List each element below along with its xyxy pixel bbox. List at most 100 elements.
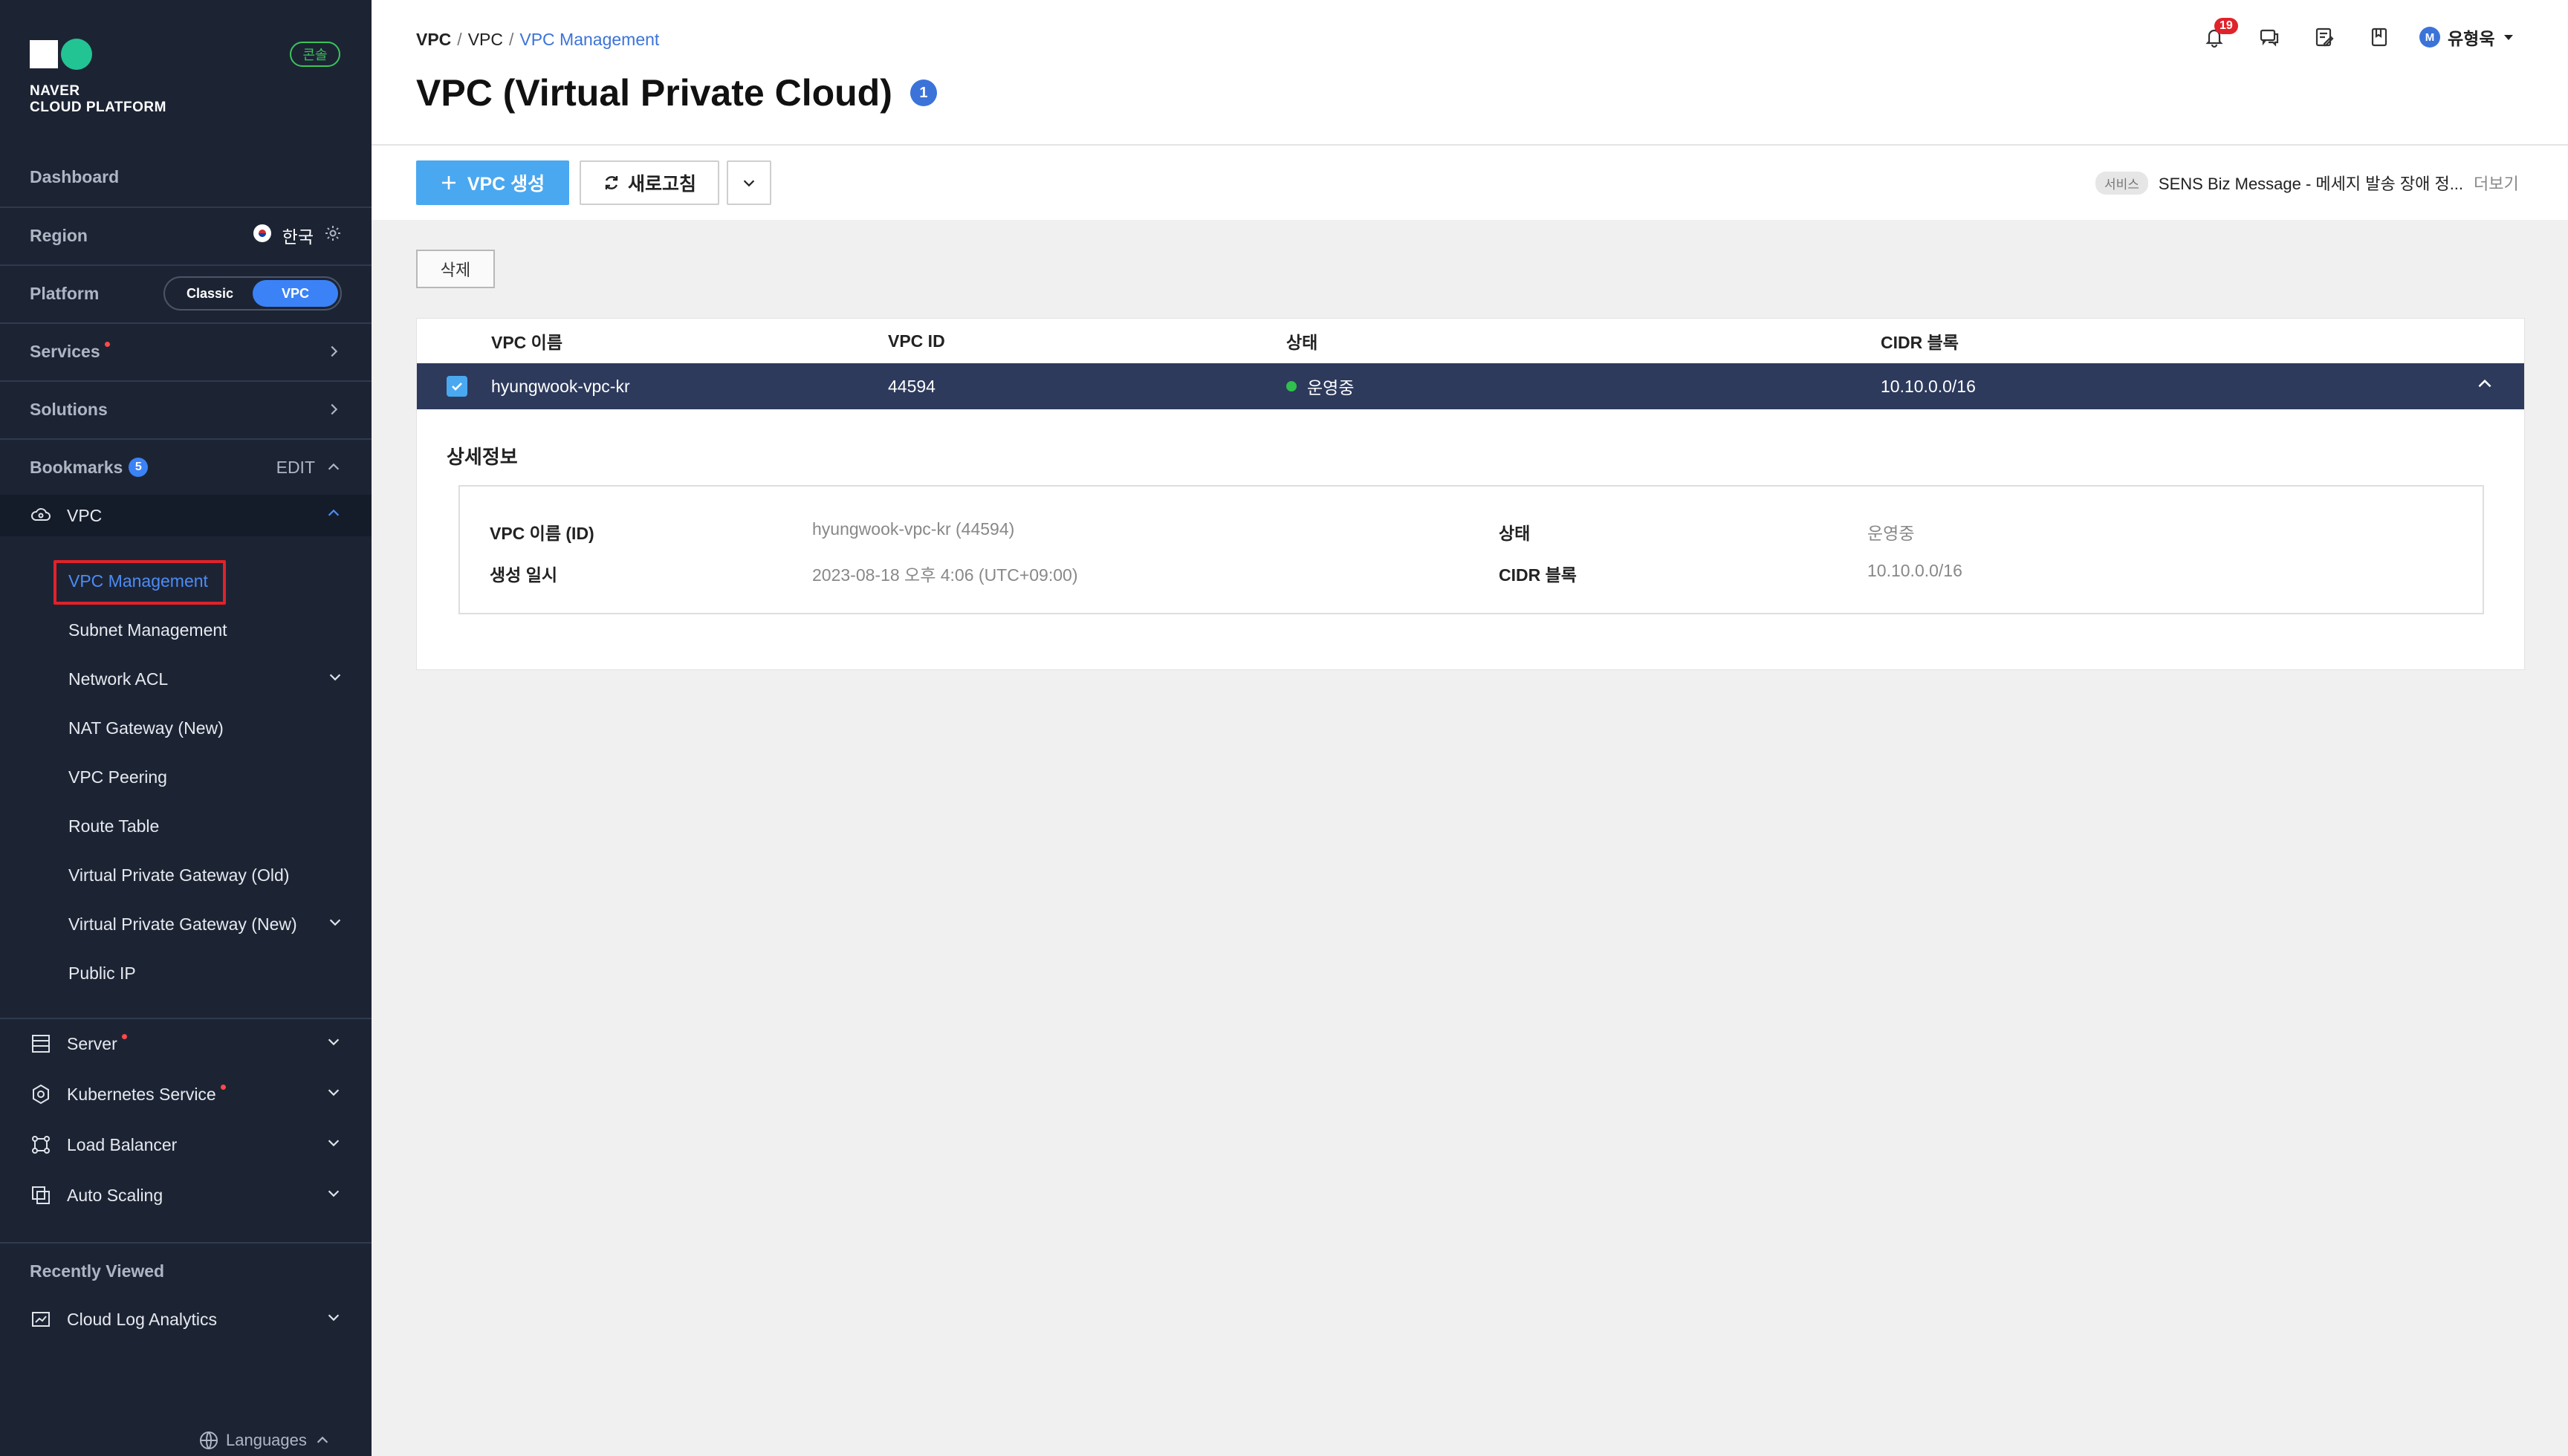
languages-toggle[interactable]: Languages — [199, 1431, 331, 1450]
detail-section-title: 상세정보 — [447, 446, 518, 468]
chevron-down-icon — [328, 1089, 340, 1096]
chevron-down-icon — [329, 674, 341, 681]
sidebar-item-label: Route Table — [68, 816, 160, 836]
status-text: 운영중 — [1307, 378, 1355, 397]
sidebar-item-vpc-peering[interactable]: VPC Peering — [68, 762, 343, 792]
column-header-status[interactable]: 상태 — [1286, 328, 1317, 354]
services-label: Services — [30, 341, 100, 361]
create-vpc-label: VPC 생성 — [467, 174, 545, 195]
more-actions-dropdown[interactable] — [727, 160, 771, 205]
book-icon — [2371, 27, 2387, 47]
notifications-button[interactable]: 19 — [2199, 18, 2238, 52]
sidebar-group-auto-scaling[interactable]: Auto Scaling — [0, 1171, 372, 1220]
sidebar: NAVER CLOUD PLATFORM 콘솔 Dashboard Region… — [0, 0, 372, 1456]
vpc-table-panel: VPC 이름 VPC ID 상태 CIDR 블록 hyungwook-vpc-k… — [416, 318, 2525, 670]
chevron-down-icon — [329, 919, 341, 926]
gear-icon[interactable] — [324, 224, 342, 247]
kubernetes-icon — [30, 1083, 52, 1105]
dashboard-label: Dashboard — [30, 166, 120, 186]
column-header-vpc-id[interactable]: VPC ID — [888, 331, 945, 351]
chat-icon — [2260, 29, 2279, 47]
page-header: VPC / VPC / VPC Management VPC (Virtual Pr… — [372, 0, 2568, 146]
new-indicator-dot — [220, 1084, 226, 1090]
group-label: Auto Scaling — [67, 1185, 163, 1205]
detail-label-cidr: CIDR 블록 — [1499, 565, 1577, 585]
cell-vpc-id: 44594 — [888, 376, 936, 396]
sidebar-item-label: Virtual Private Gateway (Old) — [68, 865, 290, 885]
platform-option-vpc[interactable]: VPC — [253, 280, 338, 307]
delete-button[interactable]: 삭제 — [416, 250, 495, 288]
sidebar-item-label: NAT Gateway (New) — [68, 718, 224, 738]
edit-note-icon — [2315, 27, 2334, 47]
cell-cidr: 10.10.0.0/16 — [1881, 376, 1976, 396]
sidebar-group-kubernetes[interactable]: Kubernetes Service — [0, 1070, 372, 1119]
chat-button[interactable] — [2254, 22, 2284, 52]
page-title-text: VPC (Virtual Private Cloud) — [416, 72, 892, 114]
refresh-button[interactable]: 새로고침 — [580, 160, 719, 205]
chevron-up-icon — [2478, 379, 2491, 388]
console-badge[interactable]: 콘솔 — [290, 42, 340, 67]
column-header-vpc-name[interactable]: VPC 이름 — [491, 328, 562, 354]
memo-button[interactable] — [2309, 22, 2339, 52]
notification-count: 19 — [2214, 18, 2238, 34]
recently-viewed-label: Recently Viewed — [30, 1261, 165, 1281]
vpc-group-label: VPC — [67, 505, 103, 525]
service-notice[interactable]: 서비스 SENS Biz Message - 메세지 발송 장애 정... 더보… — [2095, 171, 2519, 195]
recent-item-cloud-log-analytics[interactable]: Cloud Log Analytics — [0, 1296, 372, 1343]
sidebar-item-nat-gateway[interactable]: NAT Gateway (New) — [68, 713, 343, 743]
sidebar-item-solutions[interactable]: Solutions — [0, 380, 372, 437]
notice-more-link[interactable]: 더보기 — [2474, 171, 2519, 195]
sidebar-item-label: Subnet Management — [68, 620, 227, 640]
sidebar-group-server[interactable]: Server — [0, 1018, 372, 1068]
guide-button[interactable] — [2364, 22, 2394, 52]
refresh-icon — [605, 176, 618, 189]
chevron-down-icon — [328, 1140, 340, 1147]
sidebar-group-vpc[interactable]: VPC — [0, 495, 372, 536]
check-icon — [452, 383, 462, 391]
new-indicator-dot — [121, 1033, 127, 1039]
sidebar-item-vpc-management[interactable]: VPC Management — [68, 566, 343, 596]
sidebar-item-dashboard[interactable]: Dashboard — [0, 153, 372, 201]
sidebar-item-network-acl[interactable]: Network ACL — [68, 664, 343, 694]
sidebar-item-route-table[interactable]: Route Table — [68, 811, 343, 841]
info-badge[interactable]: 1 — [910, 79, 937, 106]
sidebar-item-subnet-management[interactable]: Subnet Management — [68, 615, 343, 645]
server-icon — [30, 1033, 52, 1055]
sidebar-item-label: VPC Management — [68, 571, 208, 591]
sidebar-item-public-ip[interactable]: Public IP — [68, 958, 343, 988]
detail-value-created: 2023-08-18 오후 4:06 (UTC+09:00) — [812, 565, 1078, 585]
sidebar-group-load-balancer[interactable]: Load Balancer — [0, 1120, 372, 1169]
column-header-cidr[interactable]: CIDR 블록 — [1881, 328, 1959, 354]
create-vpc-button[interactable]: VPC 생성 — [416, 160, 569, 205]
cell-vpc-name: hyungwook-vpc-kr — [491, 376, 630, 396]
collapse-row-button[interactable] — [2475, 374, 2494, 398]
header-actions: 19 M 유형욱 — [2199, 18, 2515, 52]
notice-tag: 서비스 — [2095, 171, 2148, 195]
user-menu[interactable]: M 유형욱 — [2419, 25, 2515, 50]
breadcrumb-item[interactable]: VPC — [468, 30, 503, 50]
detail-label-created: 생성 일시 — [490, 565, 558, 585]
breadcrumb-item[interactable]: VPC — [416, 30, 451, 50]
detail-label-status: 상태 — [1499, 524, 1531, 543]
bookmarks-edit-button[interactable]: EDIT — [276, 458, 315, 478]
sidebar-item-services[interactable]: Services — [0, 322, 372, 379]
bookmarks-row[interactable]: Bookmarks 5 EDIT — [0, 438, 372, 495]
notice-text[interactable]: SENS Biz Message - 메세지 발송 장애 정... — [2159, 171, 2463, 195]
chevron-up-icon[interactable] — [325, 459, 342, 475]
table-row[interactable]: hyungwook-vpc-kr 44594 운영중 10.10.0.0/16 — [417, 363, 2524, 409]
sidebar-item-vpg-new[interactable]: Virtual Private Gateway (New) — [68, 909, 343, 939]
chevron-down-icon — [328, 1314, 340, 1322]
platform-label: Platform — [30, 283, 100, 303]
sidebar-item-label: Network ACL — [68, 669, 169, 689]
load-balancer-icon — [30, 1134, 52, 1156]
sidebar-item-vpg-old[interactable]: Virtual Private Gateway (Old) — [68, 860, 343, 890]
sidebar-item-label: Virtual Private Gateway (New) — [68, 914, 297, 934]
plus-icon — [441, 176, 455, 189]
region-value[interactable]: 한국 — [282, 223, 314, 248]
row-checkbox[interactable] — [447, 376, 467, 397]
sidebar-item-label: Public IP — [68, 963, 136, 983]
platform-option-classic[interactable]: Classic — [167, 280, 253, 307]
breadcrumb-item-current[interactable]: VPC Management — [519, 30, 659, 50]
platform-toggle[interactable]: Classic VPC — [163, 276, 342, 311]
naver-cloud-logo[interactable]: NAVER CLOUD PLATFORM — [30, 39, 166, 116]
